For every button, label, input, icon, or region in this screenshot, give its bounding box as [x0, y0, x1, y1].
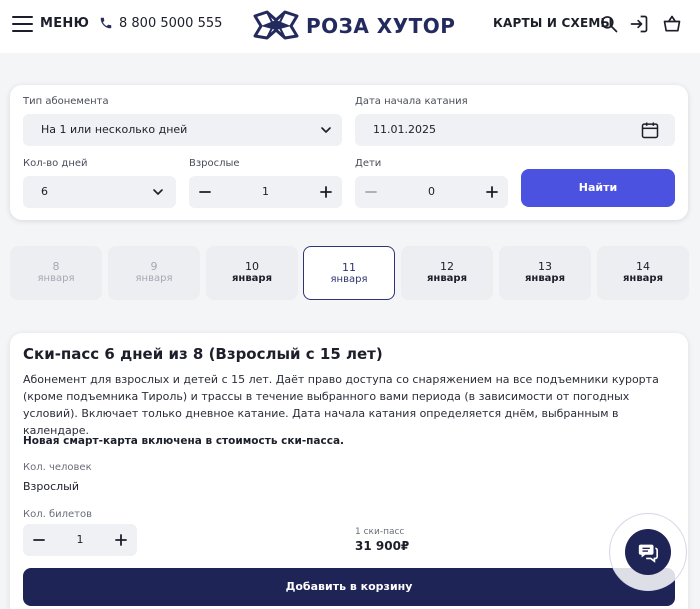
tickets-stepper: 1 — [23, 524, 137, 556]
date-tile-selected[interactable]: 11 января — [303, 246, 395, 300]
date-month: января — [232, 273, 272, 284]
logo-mark-icon — [253, 10, 299, 40]
price-label: 1 ски-пасс — [355, 527, 405, 537]
date-tile: 8 января — [10, 246, 102, 300]
pass-type-select[interactable]: На 1 или несколько дней — [23, 114, 342, 146]
date-day: 14 — [636, 260, 650, 273]
product-card: Ски-пасс 6 дней из 8 (Взрослый с 15 лет)… — [10, 333, 688, 609]
search-icon[interactable] — [599, 14, 619, 34]
hamburger-icon[interactable] — [12, 16, 33, 32]
pass-type-label: Тип абонемента — [23, 96, 109, 107]
date-day: 11 — [342, 261, 356, 274]
phone-number[interactable]: 8 800 5000 555 — [119, 16, 222, 31]
adults-label: Взрослые — [189, 158, 240, 169]
days-value: 6 — [41, 185, 48, 198]
price-value: 31 900₽ — [355, 539, 410, 553]
date-month: января — [37, 273, 75, 284]
date-tile[interactable]: 13 января — [499, 246, 591, 300]
pass-search-form: Тип абонемента На 1 или несколько дней Д… — [10, 85, 688, 220]
add-to-cart-button[interactable]: Добавить в корзину — [23, 568, 675, 606]
product-note: Новая смарт-карта включена в стоимость с… — [23, 435, 345, 447]
start-date-value: 11.01.2025 — [373, 123, 436, 136]
chat-button[interactable] — [625, 529, 671, 575]
persons-label: Кол. человек — [23, 462, 92, 473]
pass-type-value: На 1 или несколько дней — [41, 123, 188, 136]
date-day: 9 — [150, 260, 158, 273]
menu-label[interactable]: МЕНЮ — [40, 16, 89, 31]
product-description: Абонемент для взрослых и детей с 15 лет.… — [23, 373, 659, 437]
logo[interactable]: РОЗА ХУТОР — [253, 8, 456, 42]
days-select[interactable]: 6 — [23, 176, 176, 208]
date-tile[interactable]: 14 января — [597, 246, 689, 300]
calendar-icon[interactable] — [640, 120, 660, 140]
logo-text: РОЗА ХУТОР — [306, 14, 456, 38]
maps-link[interactable]: КАРТЫ И СХЕМЫ — [493, 16, 613, 30]
date-month: января — [427, 273, 467, 284]
date-day: 8 — [52, 260, 60, 273]
date-tile[interactable]: 12 января — [401, 246, 493, 300]
children-label: Дети — [355, 158, 382, 169]
tickets-label: Кол. билетов — [23, 509, 93, 520]
date-day: 12 — [440, 260, 454, 273]
date-month: января — [525, 273, 565, 284]
children-stepper: 0 — [355, 176, 508, 208]
chevron-down-icon — [321, 127, 331, 133]
persons-value: Взрослый — [23, 480, 80, 493]
phone-icon — [100, 17, 112, 29]
find-button[interactable]: Найти — [521, 169, 675, 207]
plus-icon[interactable] — [315, 181, 337, 203]
days-label: Кол-во дней — [23, 158, 88, 169]
login-icon[interactable] — [629, 14, 649, 34]
chat-icon — [638, 544, 658, 563]
start-date-field[interactable]: 11.01.2025 — [355, 114, 675, 146]
site-header: МЕНЮ 8 800 5000 555 РОЗА ХУТОР КАРТЫ И С… — [0, 0, 700, 53]
plus-icon[interactable] — [481, 181, 503, 203]
chevron-down-icon — [153, 189, 163, 195]
date-month: января — [135, 273, 173, 284]
date-tile: 9 января — [108, 246, 200, 300]
date-day: 10 — [245, 260, 259, 273]
date-tile[interactable]: 10 января — [206, 246, 298, 300]
date-month: января — [330, 274, 368, 285]
start-date-label: Дата начала катания — [355, 96, 468, 107]
date-month: января — [623, 273, 663, 284]
plus-icon[interactable] — [110, 529, 132, 551]
basket-icon[interactable] — [662, 14, 682, 34]
date-day: 13 — [538, 260, 552, 273]
adults-stepper: 1 — [189, 176, 342, 208]
product-title: Ски-пасс 6 дней из 8 (Взрослый с 15 лет) — [23, 345, 383, 363]
